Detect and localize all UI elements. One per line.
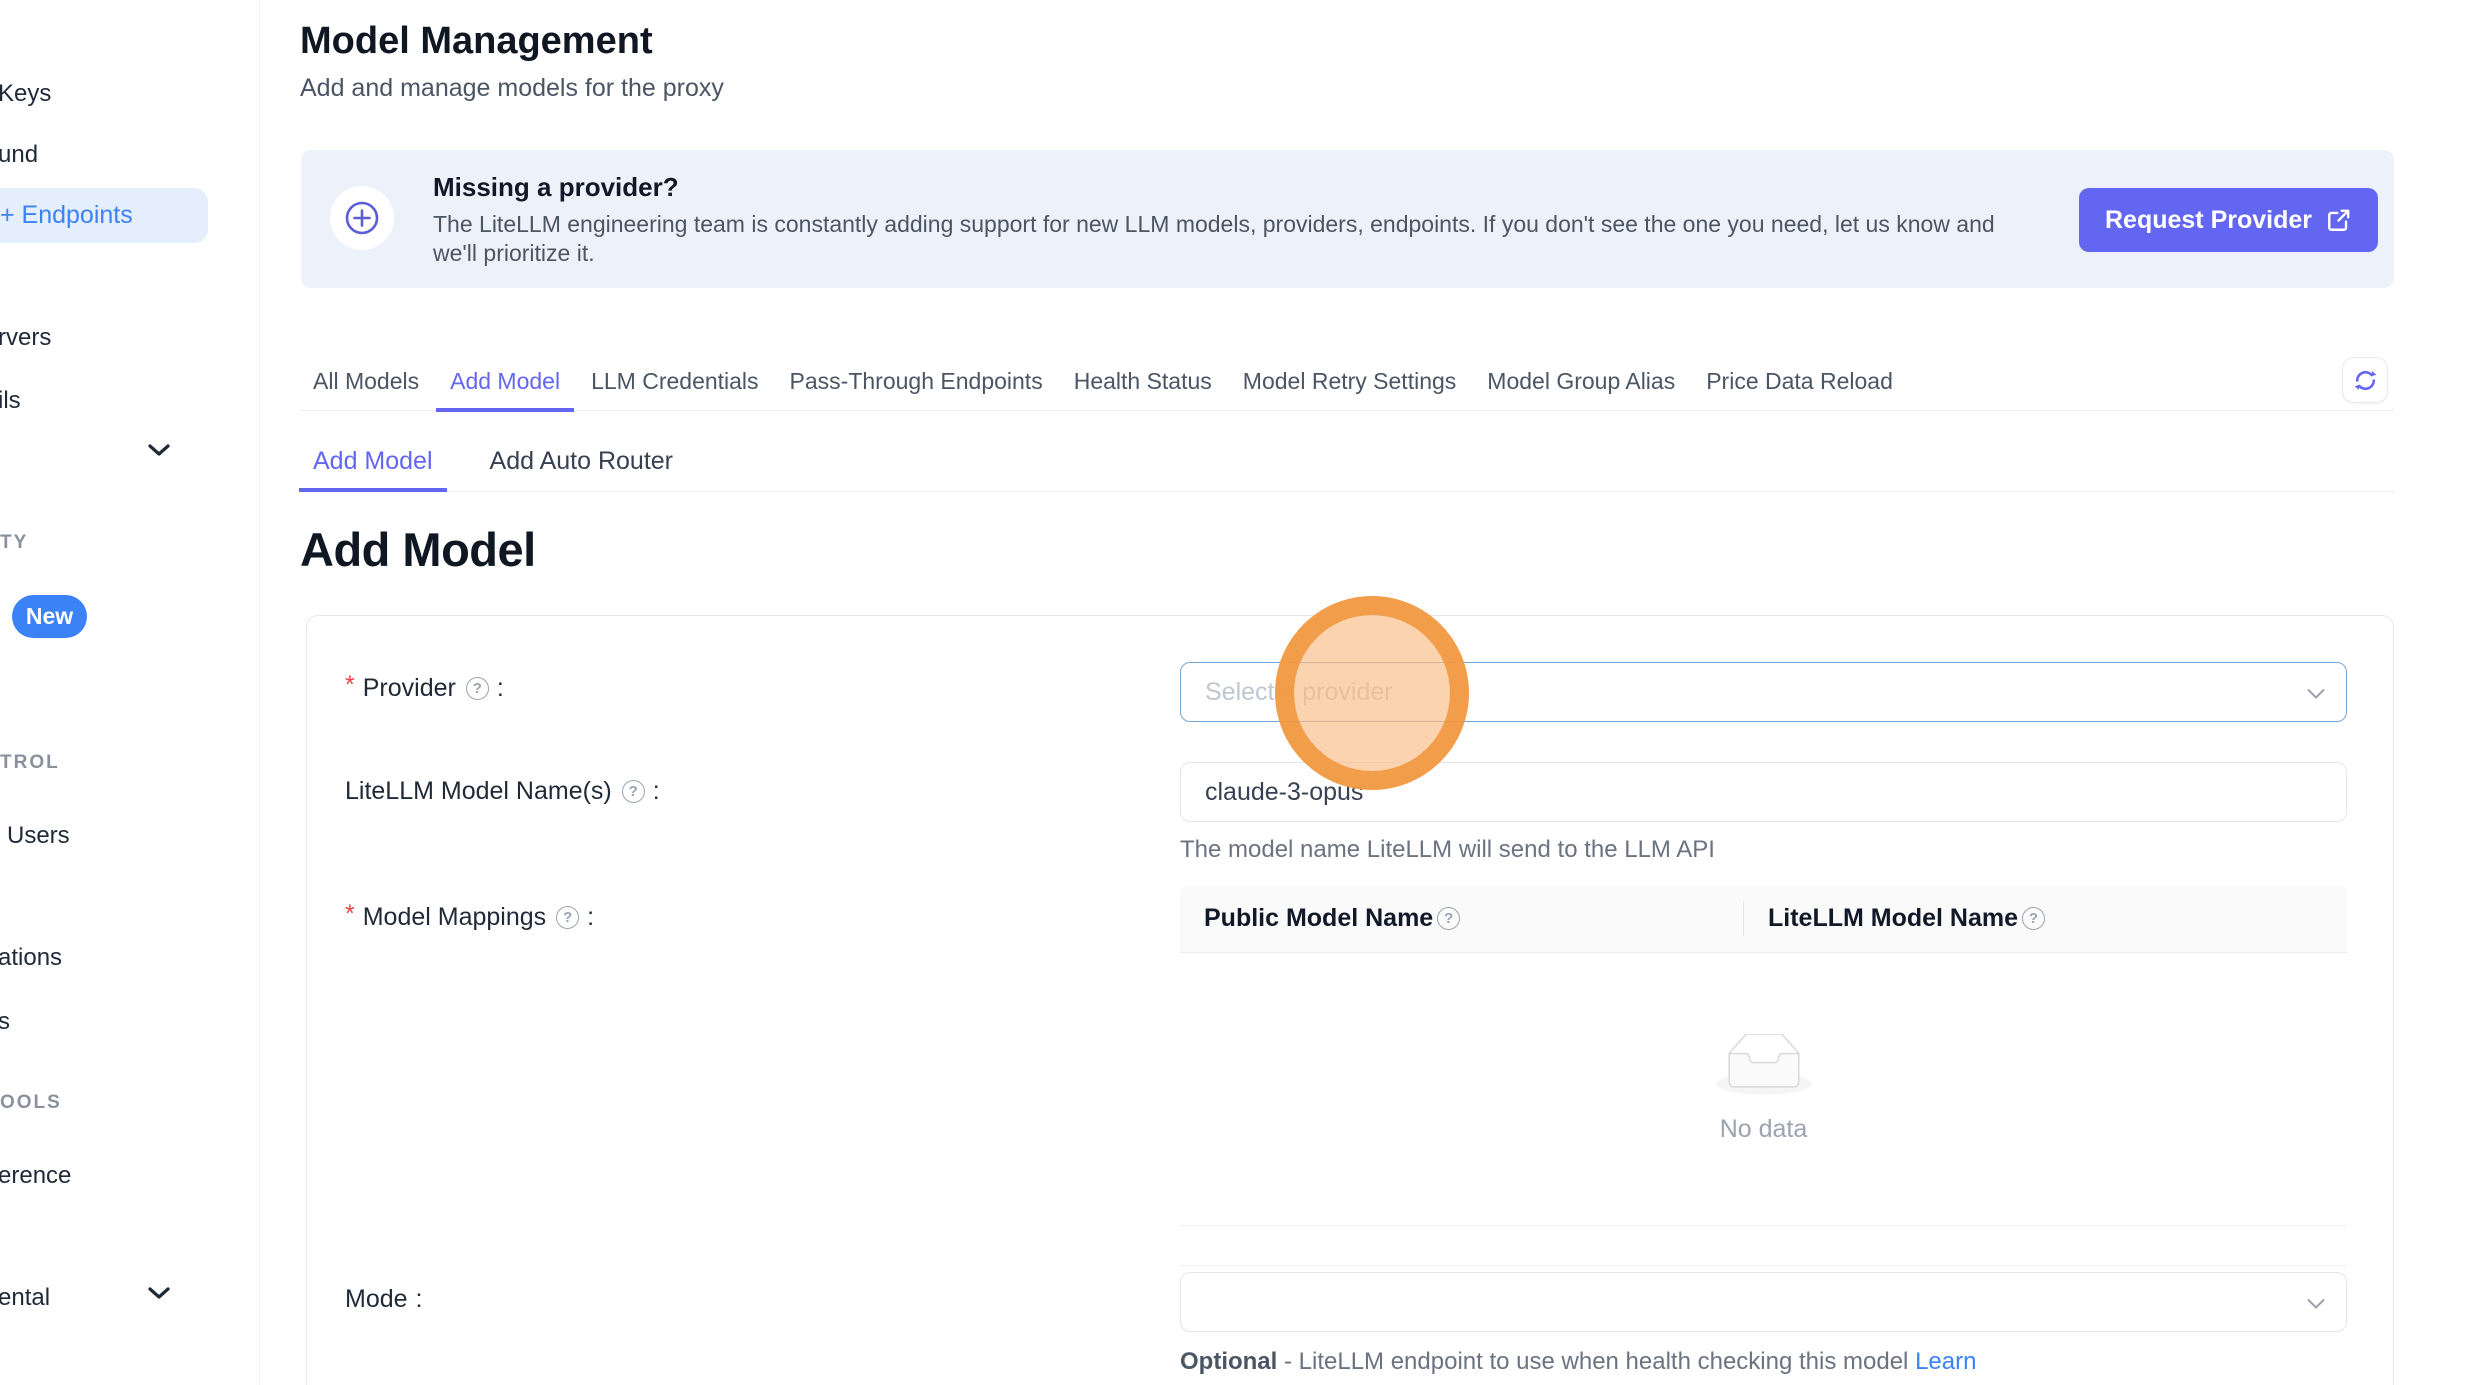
column-header-label: LiteLLM Model Name xyxy=(1768,904,2018,933)
sidebar-divider xyxy=(259,0,260,1385)
model-mappings-table: Public Model Name ? LiteLLM Model Name ? xyxy=(1180,885,2347,1266)
tab-model-retry-settings[interactable]: Model Retry Settings xyxy=(1229,366,1470,412)
mode-help-prefix: Optional xyxy=(1180,1348,1277,1375)
colon: : xyxy=(587,903,594,932)
tab-llm-credentials[interactable]: LLM Credentials xyxy=(577,366,772,412)
column-header-public-model-name: Public Model Name ? xyxy=(1180,904,1743,933)
help-question-icon[interactable]: ? xyxy=(622,780,645,803)
mode-help: Optional - LiteLLM endpoint to use when … xyxy=(1180,1348,1976,1376)
sidebar-item-teams[interactable]: s xyxy=(0,1008,10,1036)
page-title: Model Management xyxy=(300,20,653,63)
litellm-admin-screen: Keys und + Endpoints rvers ils TY New TR… xyxy=(0,0,2477,1385)
sidebar-item-organizations[interactable]: ations xyxy=(0,944,62,972)
sidebar-item-internal-users[interactable]: Users xyxy=(7,822,70,850)
sidebar-item-servers[interactable]: rvers xyxy=(0,324,51,352)
mode-help-text: - LiteLLM endpoint to use when health ch… xyxy=(1277,1348,1915,1375)
new-badge[interactable]: New xyxy=(12,595,87,638)
subtab-add-auto-router[interactable]: Add Auto Router xyxy=(476,446,687,492)
model-tabs: All Models Add Model LLM Credentials Pas… xyxy=(299,366,1907,412)
help-question-icon[interactable]: ? xyxy=(2022,907,2045,930)
request-provider-button[interactable]: Request Provider xyxy=(2079,188,2378,252)
model-name-help: The model name LiteLLM will send to the … xyxy=(1180,836,1715,864)
external-link-icon xyxy=(2326,207,2352,233)
column-header-litellm-model-name: LiteLLM Model Name ? xyxy=(1744,904,2045,933)
provider-label: * Provider ? : xyxy=(345,674,504,703)
help-question-icon[interactable]: ? xyxy=(1437,907,1460,930)
provider-placeholder: Select a provider xyxy=(1205,678,1393,707)
model-name-label-text: LiteLLM Model Name(s) xyxy=(345,777,612,806)
sidebar-item-experimental[interactable]: ental xyxy=(0,1284,50,1312)
sidebar: Keys und + Endpoints rvers ils TY New TR… xyxy=(0,0,260,1385)
table-footer xyxy=(1180,1226,2347,1266)
model-name-label: LiteLLM Model Name(s) ? : xyxy=(345,777,660,806)
required-mark: * xyxy=(345,900,355,929)
colon: : xyxy=(653,777,660,806)
sidebar-item-models-endpoints-active[interactable]: + Endpoints xyxy=(0,188,208,243)
tab-all-models[interactable]: All Models xyxy=(299,366,433,412)
model-mappings-label-text: Model Mappings xyxy=(363,903,546,932)
model-mappings-label: * Model Mappings ? : xyxy=(345,903,594,932)
colon: : xyxy=(497,674,504,703)
sidebar-section-tools: OOLS xyxy=(0,1092,62,1114)
mode-select[interactable] xyxy=(1180,1272,2347,1332)
mode-label-text: Mode xyxy=(345,1285,408,1314)
table-header-row: Public Model Name ? LiteLLM Model Name ? xyxy=(1180,885,2347,953)
provider-label-text: Provider xyxy=(363,674,456,703)
circle-plus-icon xyxy=(330,186,394,250)
empty-inbox-icon xyxy=(1715,1034,1813,1101)
colon: : xyxy=(416,1285,423,1314)
tab-price-data-reload[interactable]: Price Data Reload xyxy=(1692,366,1907,412)
add-model-heading: Add Model xyxy=(300,522,536,577)
provider-select[interactable]: Select a provider xyxy=(1180,662,2347,722)
missing-provider-banner: Missing a provider? The LiteLLM engineer… xyxy=(301,150,2394,288)
request-provider-label: Request Provider xyxy=(2105,206,2312,235)
tab-add-model[interactable]: Add Model xyxy=(436,366,574,412)
model-name-input[interactable]: claude-3-opus xyxy=(1180,762,2347,822)
subtab-add-model[interactable]: Add Model xyxy=(299,446,447,492)
tab-model-group-alias[interactable]: Model Group Alias xyxy=(1473,366,1689,412)
chevron-down-icon[interactable] xyxy=(148,443,170,462)
sidebar-item-guardrails[interactable]: ils xyxy=(0,387,21,415)
tab-health-status[interactable]: Health Status xyxy=(1060,366,1226,412)
page-subtitle: Add and manage models for the proxy xyxy=(300,74,724,103)
required-mark: * xyxy=(345,671,355,700)
help-question-icon[interactable]: ? xyxy=(556,906,579,929)
banner-body: The LiteLLM engineering team is constant… xyxy=(433,210,2023,268)
chevron-down-icon xyxy=(2306,1288,2326,1317)
banner-title: Missing a provider? xyxy=(433,172,679,203)
sidebar-section-access-control: TROL xyxy=(0,752,60,774)
sidebar-item-playground[interactable]: und xyxy=(0,141,38,169)
chevron-down-icon[interactable] xyxy=(148,1286,170,1305)
refresh-button[interactable] xyxy=(2342,357,2388,403)
sidebar-item-api-reference[interactable]: erence xyxy=(0,1162,71,1190)
column-header-label: Public Model Name xyxy=(1204,904,1433,933)
no-data-text: No data xyxy=(1720,1115,1808,1144)
tab-pass-through-endpoints[interactable]: Pass-Through Endpoints xyxy=(776,366,1057,412)
help-question-icon[interactable]: ? xyxy=(466,677,489,700)
refresh-icon xyxy=(2352,367,2379,394)
chevron-down-icon xyxy=(2306,678,2326,707)
table-empty-state: No data xyxy=(1180,953,2347,1226)
model-name-value: claude-3-opus xyxy=(1205,778,1363,807)
sidebar-section-observability: TY xyxy=(0,532,28,554)
mode-label: Mode : xyxy=(345,1285,423,1314)
add-model-subtabs: Add Model Add Auto Router xyxy=(299,446,687,492)
learn-link[interactable]: Learn xyxy=(1915,1348,1976,1375)
sidebar-item-keys[interactable]: Keys xyxy=(0,80,51,108)
